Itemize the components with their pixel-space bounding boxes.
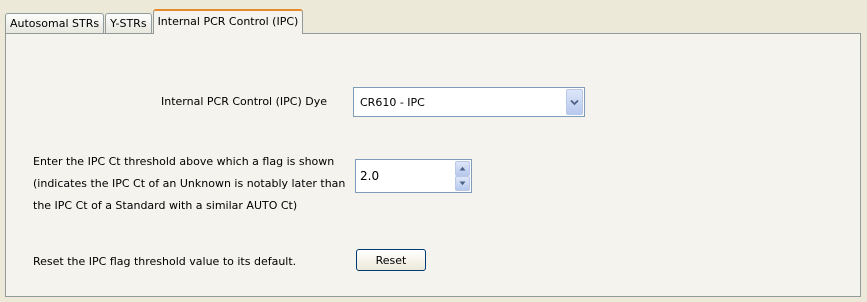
spin-up-button[interactable] [455,161,470,176]
tab-strip: Autosomal STRs Y-STRs Internal PCR Contr… [5,9,304,34]
spin-down-icon [459,181,466,186]
ipc-settings-panel: Internal PCR Control (IPC) Dye CR610 - I… [5,33,861,297]
dropdown-button[interactable] [566,89,583,115]
tab-y-strs[interactable]: Y-STRs [105,13,152,34]
tab-autosomal-strs[interactable]: Autosomal STRs [5,13,105,34]
tab-internal-pcr-control[interactable]: Internal PCR Control (IPC) [152,9,304,34]
spinner-buttons [455,161,470,191]
threshold-description-line: Enter the IPC Ct threshold above which a… [33,155,335,168]
spin-down-button[interactable] [455,176,470,191]
reset-description: Reset the IPC flag threshold value to it… [33,255,297,268]
threshold-description-line: (indicates the IPC Ct of an Unknown is n… [33,177,346,190]
spin-up-icon [459,166,466,171]
reset-button[interactable]: Reset [356,249,426,271]
ipc-threshold-value[interactable]: 2.0 [360,168,379,185]
ipc-dye-label: Internal PCR Control (IPC) Dye [161,95,327,108]
ipc-dye-dropdown[interactable]: CR610 - IPC [353,87,585,117]
ipc-threshold-spinner[interactable]: 2.0 [355,159,472,193]
threshold-description: Enter the IPC Ct threshold above which a… [33,151,345,217]
ipc-dye-selected-value: CR610 - IPC [360,96,425,109]
chevron-down-icon [570,99,579,105]
threshold-description-line: the IPC Ct of a Standard with a similar … [33,199,298,212]
